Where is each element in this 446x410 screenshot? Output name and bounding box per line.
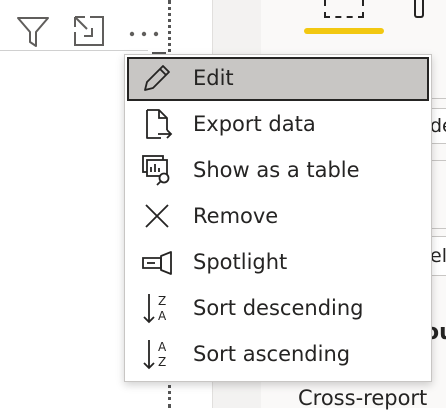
menu-item-edit[interactable]: Edit xyxy=(127,57,429,101)
menu-item-export-data[interactable]: Export data xyxy=(127,103,429,147)
svg-text:Z: Z xyxy=(158,355,166,369)
table-tab-icon[interactable] xyxy=(324,0,364,18)
svg-text:A: A xyxy=(158,309,167,323)
menu-item-label: Spotlight xyxy=(193,250,288,274)
sort-ascending-icon: A Z xyxy=(143,340,167,370)
menu-item-show-as-table[interactable]: Show as a table xyxy=(127,149,429,193)
header-divider xyxy=(0,50,148,51)
close-icon xyxy=(145,204,169,228)
menu-item-sort-ascending[interactable]: A Z Sort ascending xyxy=(127,333,429,377)
sort-descending-icon: Z A xyxy=(143,294,167,324)
menu-item-remove[interactable]: Remove xyxy=(127,195,429,239)
focus-mode-icon[interactable] xyxy=(72,14,106,48)
active-tab-indicator xyxy=(304,28,384,34)
svg-text:A: A xyxy=(158,340,167,354)
svg-text:Z: Z xyxy=(158,294,166,308)
menu-item-spotlight[interactable]: Spotlight xyxy=(127,241,429,285)
pane-field-text: el xyxy=(430,245,446,267)
spotlight-icon xyxy=(142,251,172,275)
cross-report-label: Cross-report xyxy=(298,386,428,410)
menu-item-label: Edit xyxy=(193,66,234,90)
menu-item-label: Sort ascending xyxy=(193,342,351,366)
export-data-icon xyxy=(146,109,173,139)
pane-field-text: de xyxy=(430,115,446,137)
menu-item-label: Export data xyxy=(193,112,316,136)
more-options-icon[interactable] xyxy=(126,14,162,48)
menu-item-label: Show as a table xyxy=(193,158,360,182)
filter-icon[interactable] xyxy=(16,14,50,48)
menu-item-label: Remove xyxy=(193,204,279,228)
menu-item-label: Sort descending xyxy=(193,296,364,320)
menu-item-sort-descending[interactable]: Z A Sort descending xyxy=(127,287,429,331)
pencil-icon xyxy=(144,65,170,91)
model-tab-icon[interactable] xyxy=(414,0,424,18)
show-as-table-icon xyxy=(142,155,170,186)
context-menu: Edit Export data Show as a table Remove xyxy=(124,54,432,382)
